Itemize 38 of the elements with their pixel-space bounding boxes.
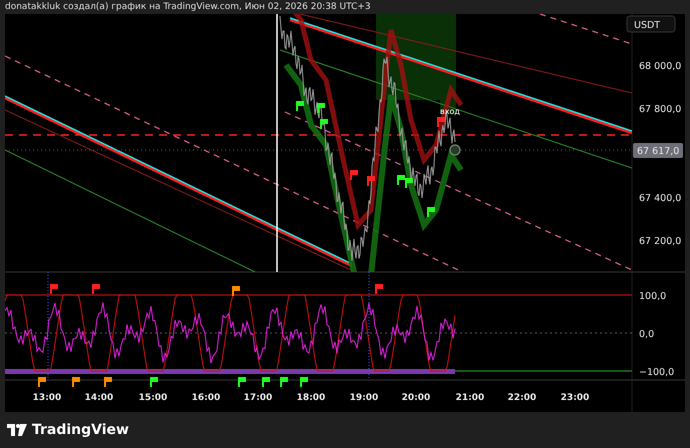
price-axis-label: 67 400,0 bbox=[639, 193, 682, 204]
logo-text: TradingView bbox=[32, 422, 129, 438]
time-axis-label: 23:00 bbox=[560, 393, 590, 403]
flag-icon bbox=[238, 377, 246, 387]
time-axis-label: 22:00 bbox=[508, 393, 536, 403]
flag-icon bbox=[300, 377, 308, 387]
flag-icon bbox=[50, 284, 58, 294]
time-axis-label: 14:00 bbox=[84, 393, 114, 403]
price-axis-label: 67 800,0 bbox=[639, 104, 682, 115]
flag-icon bbox=[375, 284, 383, 294]
flag-icon bbox=[104, 377, 112, 387]
oscillator-axis-label: 100,0 bbox=[639, 291, 666, 302]
chart-caption: donatakkluk создал(а) график на TradingView.com, Июн 02, 2026 20:38 UTC+3 bbox=[4, 1, 372, 14]
flag-icon bbox=[427, 207, 435, 217]
time-axis-label: 21:00 bbox=[456, 393, 484, 403]
time-axis-label: 13:00 bbox=[32, 393, 62, 403]
time-axis-label: 19:00 bbox=[350, 393, 378, 403]
time-axis-label: 15:00 bbox=[138, 393, 168, 403]
oscillator-axis-label: 0,0 bbox=[639, 329, 654, 340]
oscillator-axis-label: −100,0 bbox=[639, 367, 674, 378]
current-price-badge: 67 617,0 bbox=[633, 143, 683, 158]
price-axis-label: 67 200,0 bbox=[639, 236, 682, 247]
price-axis-label: 68 000,0 bbox=[639, 61, 682, 72]
flag-icon bbox=[437, 117, 445, 127]
flag-icon bbox=[150, 377, 158, 387]
logo-icon bbox=[7, 424, 27, 436]
flag-icon bbox=[296, 101, 304, 111]
time-axis-label: 20:00 bbox=[402, 393, 430, 403]
time-axis-label: 16:00 bbox=[192, 393, 220, 403]
currency-button[interactable]: USDT bbox=[626, 16, 676, 32]
flag-icon bbox=[72, 377, 80, 387]
flag-icon bbox=[38, 377, 46, 387]
time-axis-label: 17:00 bbox=[244, 393, 272, 403]
entry-label: вход bbox=[440, 107, 460, 116]
marker-circle bbox=[449, 144, 461, 156]
time-axis-label: 18:00 bbox=[296, 393, 326, 403]
flag-icon bbox=[92, 284, 100, 294]
flag-icon bbox=[232, 286, 240, 296]
